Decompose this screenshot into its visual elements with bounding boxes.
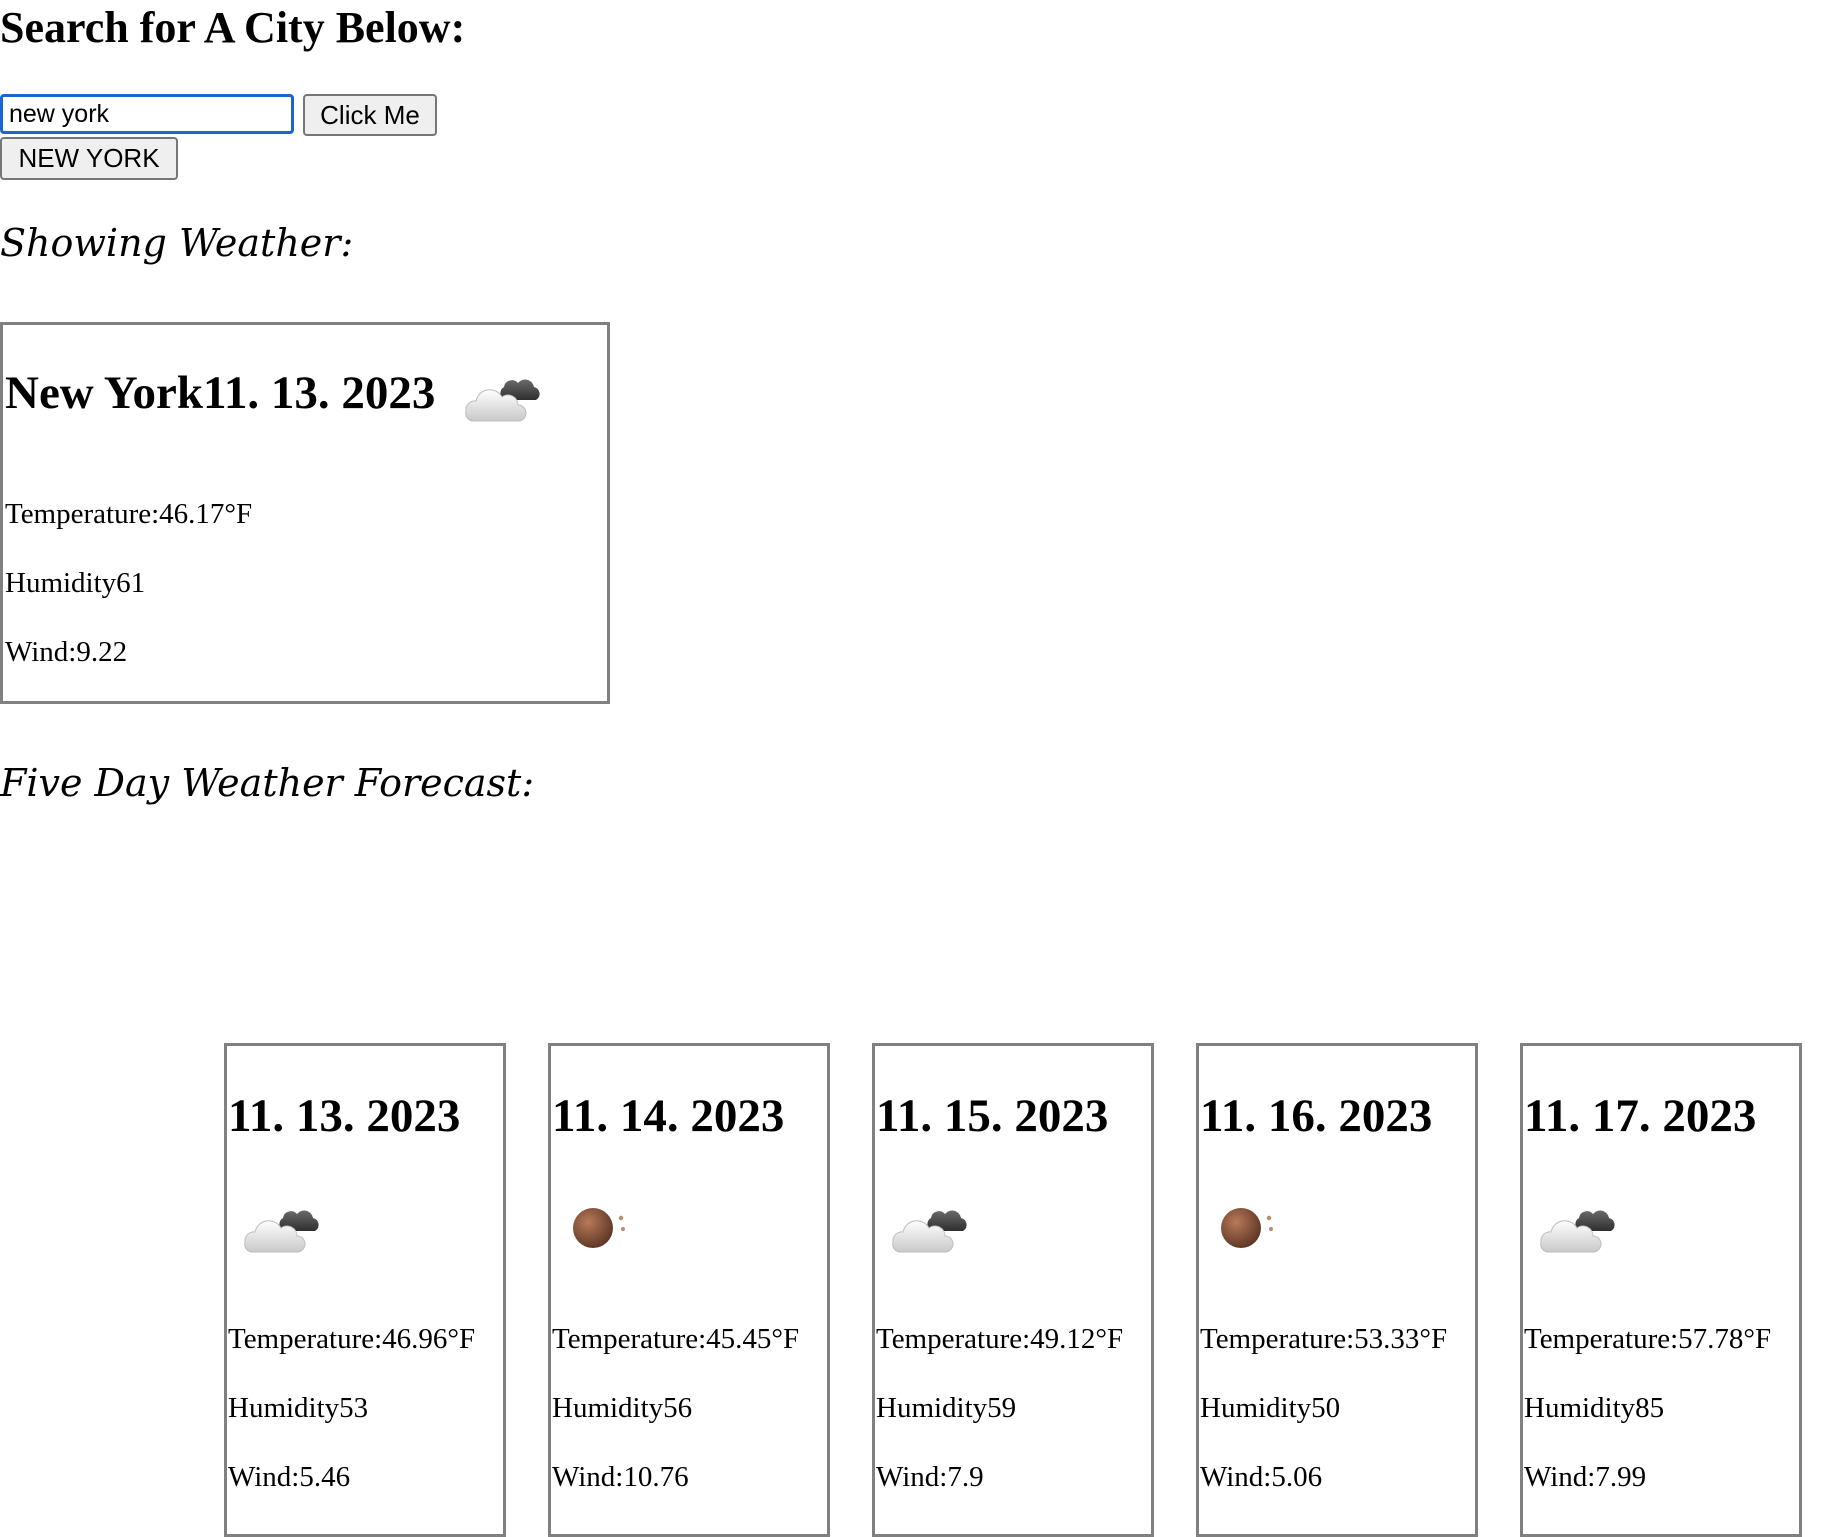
current-wind: Wind:9.22 (5, 636, 128, 668)
forecast-date: 11. 16. 2023 (1200, 1090, 1433, 1142)
search-button[interactable]: Click Me (303, 94, 437, 136)
history-button-new-york[interactable]: NEW YORK (0, 137, 178, 180)
moon-icon (561, 1196, 651, 1256)
current-city-date: New York11. 13. 2023 (5, 367, 436, 419)
forecast-heading: Five Day Weather Forecast: (0, 761, 535, 805)
forecast-humidity: Humidity85 (1524, 1392, 1665, 1424)
moon-icon (1209, 1196, 1299, 1256)
forecast-card: 11. 17. 2023 Temperature:57.78°F Humidit… (1520, 1043, 1802, 1537)
forecast-wind: Wind:10.76 (552, 1461, 689, 1493)
forecast-temperature: Temperature:49.12°F (876, 1323, 1124, 1355)
forecast-date: 11. 17. 2023 (1524, 1090, 1757, 1142)
forecast-card: 11. 13. 2023 Temperature:46.96°F Humidit… (224, 1043, 506, 1537)
forecast-temperature: Temperature:57.78°F (1524, 1323, 1772, 1355)
current-weather-heading: Showing Weather: (0, 221, 354, 265)
cloudy-icon (237, 1196, 327, 1256)
forecast-date: 11. 15. 2023 (876, 1090, 1109, 1142)
city-search-input[interactable] (0, 94, 294, 134)
forecast-temperature: Temperature:46.96°F (228, 1323, 476, 1355)
forecast-wind: Wind:7.99 (1524, 1461, 1647, 1493)
current-weather-card: New York11. 13. 2023 Temperature:46.17°F… (0, 322, 610, 704)
cloudy-icon (885, 1196, 975, 1256)
forecast-date: 11. 14. 2023 (552, 1090, 785, 1142)
forecast-wind: Wind:5.46 (228, 1461, 351, 1493)
forecast-card: 11. 14. 2023 Temperature:45.45°F Humidit… (548, 1043, 830, 1537)
page-title: Search for A City Below: (0, 3, 466, 52)
forecast-date: 11. 13. 2023 (228, 1090, 461, 1142)
cloudy-icon (1533, 1196, 1623, 1256)
forecast-humidity: Humidity56 (552, 1392, 693, 1424)
forecast-card: 11. 16. 2023 Temperature:53.33°F Humidit… (1196, 1043, 1478, 1537)
forecast-wind: Wind:7.9 (876, 1461, 984, 1493)
current-humidity: Humidity61 (5, 567, 146, 599)
current-temperature: Temperature:46.17°F (5, 498, 253, 530)
forecast-humidity: Humidity59 (876, 1392, 1017, 1424)
forecast-humidity: Humidity50 (1200, 1392, 1341, 1424)
forecast-card: 11. 15. 2023 Temperature:49.12°F Humidit… (872, 1043, 1154, 1537)
cloudy-icon (458, 365, 548, 425)
forecast-wind: Wind:5.06 (1200, 1461, 1323, 1493)
forecast-humidity: Humidity53 (228, 1392, 369, 1424)
forecast-temperature: Temperature:53.33°F (1200, 1323, 1448, 1355)
forecast-temperature: Temperature:45.45°F (552, 1323, 800, 1355)
